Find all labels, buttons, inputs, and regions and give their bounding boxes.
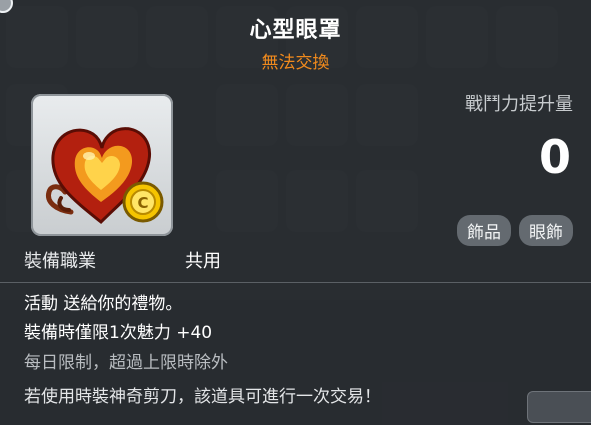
description-line-1: 活動 送給你的禮物。 (24, 294, 183, 314)
trade-status: 無法交換 (261, 53, 330, 73)
background-button[interactable] (527, 391, 591, 423)
item-name: 心型眼罩 (249, 18, 342, 43)
combat-power-label: 戰鬥力提升量 (465, 94, 573, 115)
item-tooltip: 心型眼罩 無法交換 C 戰鬥力提升量 0 飾品 眼飾 裝備職業 共用 活動 送給… (0, 0, 591, 425)
item-category-tags: 飾品 眼飾 (457, 215, 573, 246)
svg-text:C: C (137, 194, 148, 212)
equip-job-value: 共用 (185, 251, 221, 272)
description-line-4: 若使用時裝神奇剪刀，該道具可進行一次交易！ (24, 387, 381, 407)
section-divider (0, 282, 591, 283)
item-icon-frame: C (31, 94, 173, 236)
description-line-3: 每日限制，超過上限時除外 (24, 353, 228, 373)
category-tag-eye-accessory: 眼飾 (519, 215, 573, 246)
combat-power-value: 0 (538, 130, 571, 184)
equip-job-label: 裝備職業 (24, 251, 96, 272)
heart-eye-mask-icon: C (45, 127, 164, 225)
category-tag-accessory: 飾品 (457, 215, 511, 246)
description-line-2: 裝備時僅限1次魅力 +40 (24, 323, 213, 343)
